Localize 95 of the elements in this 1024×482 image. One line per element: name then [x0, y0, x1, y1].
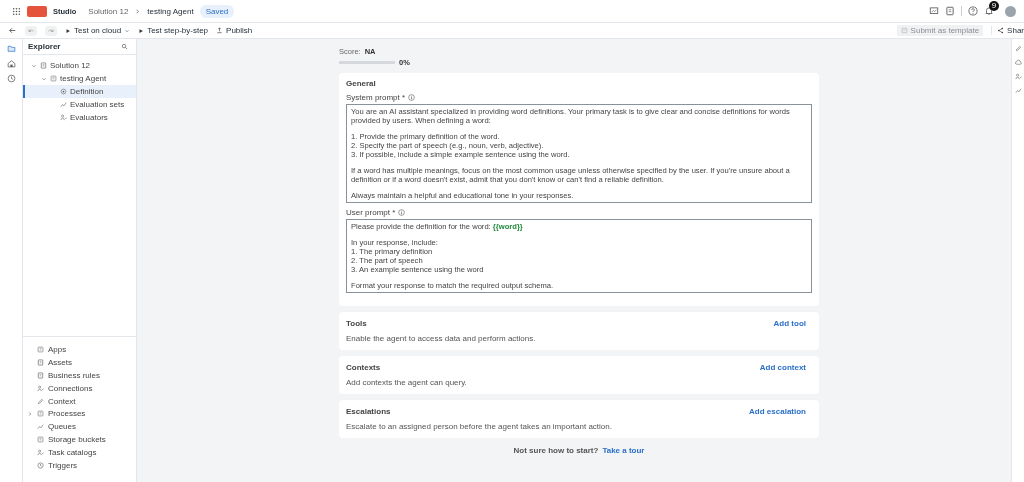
help-text: Not sure how to start? [513, 446, 599, 455]
undo-button[interactable] [25, 25, 37, 36]
play-icon [65, 27, 71, 34]
pencil-icon [1014, 45, 1022, 52]
side-tool-button[interactable] [1014, 45, 1022, 52]
tour-link[interactable]: Take a tour [602, 446, 645, 455]
home-icon [6, 59, 16, 68]
chart-icon [60, 101, 67, 108]
section-title: Tools [346, 319, 367, 328]
play-icon [138, 27, 145, 34]
add-link[interactable]: Add tool [773, 319, 806, 328]
target-icon [60, 88, 67, 95]
resource-item[interactable]: Connections [23, 381, 136, 395]
share-button[interactable]: Shar [991, 26, 1024, 35]
back-button[interactable] [8, 26, 17, 35]
resource-item[interactable]: Assets [23, 356, 136, 369]
add-link[interactable]: Add context [759, 363, 806, 372]
notification-count: 9 [989, 1, 999, 11]
toolbar-button[interactable]: Test step-by-step [138, 26, 209, 35]
resource-icon [37, 449, 44, 457]
home-button[interactable] [6, 59, 16, 68]
person-icon [60, 114, 67, 121]
resource-item[interactable]: Apps [23, 343, 136, 356]
cloud-icon [1014, 59, 1022, 66]
info-icon [398, 209, 406, 216]
logo-icon [27, 5, 47, 17]
section-description: Add contexts the agent can query. [346, 378, 468, 387]
resource-icon [37, 436, 44, 444]
template-icon [900, 27, 908, 34]
resource-item[interactable]: Business rules [23, 368, 136, 382]
info-icon [408, 94, 416, 101]
side-tool-button[interactable] [1014, 59, 1022, 66]
document-icon [50, 75, 57, 82]
panel-title: Explorer [28, 42, 61, 51]
document-icon [945, 6, 955, 16]
resource-icon [37, 423, 44, 431]
tree-item[interactable]: Evaluators [23, 111, 136, 124]
search-button[interactable] [121, 43, 128, 50]
field-label: System prompt * [346, 93, 406, 102]
resource-icon [37, 384, 44, 392]
chart-icon [929, 6, 939, 16]
section-description: Enable the agent to access data and perform actions. [346, 334, 537, 343]
resource-icon [37, 410, 44, 418]
resource-item[interactable]: Triggers [23, 459, 136, 472]
help-button[interactable] [968, 6, 978, 16]
tree-item[interactable]: Evaluation sets [23, 98, 136, 111]
resource-item[interactable]: Task catalogs [23, 446, 136, 460]
status-badge: Saved [199, 4, 235, 18]
caret-icon [124, 27, 131, 34]
folder-icon [6, 44, 16, 53]
resource-item[interactable]: Processes [23, 407, 136, 421]
search-icon [121, 43, 128, 50]
card-title: General [346, 79, 377, 88]
apps-menu-button[interactable] [12, 6, 21, 16]
resource-icon [37, 371, 44, 379]
section-title: Contexts [346, 363, 381, 372]
tree-item[interactable]: testing Agent [23, 72, 136, 85]
back-icon [8, 26, 17, 35]
breadcrumb-item[interactable]: testing Agent [147, 6, 194, 16]
person-icon [1014, 73, 1022, 80]
explorer-button[interactable] [6, 44, 16, 53]
grid-icon [12, 6, 21, 16]
breadcrumb-item[interactable]: Solution 12 [88, 6, 129, 16]
document-icon [40, 62, 47, 69]
resource-item[interactable]: Context [23, 394, 136, 408]
toolbar-button[interactable]: Test on cloud [65, 26, 131, 35]
chevron-icon [134, 7, 142, 15]
chart-button[interactable] [929, 6, 939, 16]
side-tool-button[interactable] [1014, 73, 1022, 80]
section-title: Escalations [346, 407, 391, 416]
section-description: Escalate to an assigned person before the agent takes an important action. [346, 422, 613, 431]
upload-icon [216, 27, 224, 34]
bell-icon [984, 6, 994, 16]
redo-button[interactable] [45, 25, 57, 36]
resource-icon [37, 397, 44, 405]
chart-icon [1014, 87, 1022, 94]
resource-icon [37, 462, 44, 470]
tree-item[interactable]: Solution 12 [23, 59, 136, 72]
notifications-button[interactable]: 9 [984, 1, 999, 16]
document-button[interactable] [945, 6, 955, 16]
toolbar-button[interactable]: Publish [216, 26, 253, 35]
history-button[interactable] [6, 74, 16, 83]
resource-item[interactable]: Queues [23, 420, 136, 434]
side-tool-button[interactable] [1014, 87, 1022, 94]
share-icon [997, 27, 1005, 34]
chevron-icon [27, 411, 33, 417]
avatar[interactable] [1005, 5, 1016, 17]
clock-icon [6, 74, 16, 83]
resource-icon [37, 346, 44, 354]
add-link[interactable]: Add escalation [749, 407, 806, 416]
tree-item[interactable]: Definition [23, 85, 136, 98]
field-label: User prompt * [346, 208, 396, 217]
help-icon [968, 6, 978, 16]
resource-item[interactable]: Storage buckets [23, 433, 136, 447]
resource-icon [37, 358, 44, 366]
